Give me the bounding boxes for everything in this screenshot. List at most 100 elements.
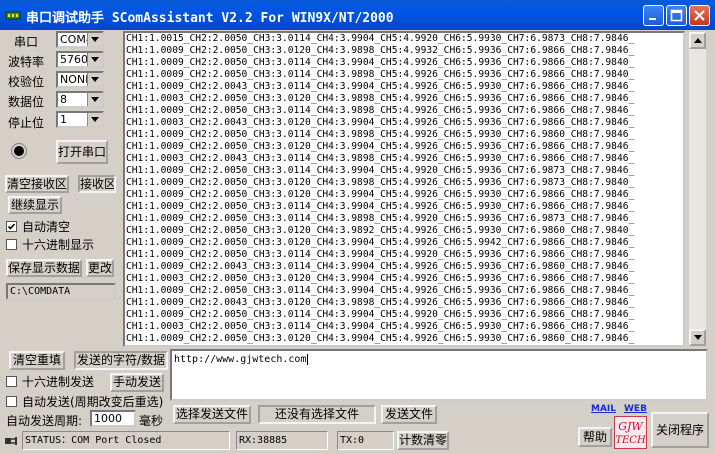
port-status-led-icon <box>11 143 27 159</box>
arrow-down-icon <box>694 335 702 340</box>
receive-line: CH1:1.0009_CH2:2.0050_CH3:3.0114_CH4:3.9… <box>126 285 635 296</box>
chevron-down-icon[interactable] <box>87 93 102 106</box>
receive-line: CH1:1.0009_CH2:2.0043_CH3:3.0120_CH4:3.9… <box>126 297 635 308</box>
auto-clear-label: 自动清空 <box>22 220 71 234</box>
parity-select[interactable]: NONE <box>56 71 104 88</box>
baud-select[interactable]: 57600 <box>56 51 104 68</box>
choose-file-button[interactable]: 选择发送文件 <box>173 405 251 424</box>
save-data-button[interactable]: 保存显示数据 <box>6 259 82 277</box>
receive-line: CH1:1.0003_CH2:2.0050_CH3:3.0114_CH4:3.9… <box>126 321 635 332</box>
chevron-down-icon[interactable] <box>87 73 102 86</box>
plug-icon <box>5 437 17 445</box>
hex-display-label: 十六进制显示 <box>22 238 95 252</box>
send-text: http://www.gjwtech.com <box>174 354 307 365</box>
arrow-up-icon <box>694 38 702 43</box>
receive-line: CH1:1.0009_CH2:2.0043_CH3:3.0114_CH4:3.9… <box>126 261 635 272</box>
gjw-tech-logo[interactable]: GJW TECH <box>614 416 647 449</box>
help-button[interactable]: 帮助 <box>578 427 612 447</box>
app-window: 串口调试助手 SComAssistant V2.2 For WIN9X/NT/2… <box>0 0 715 454</box>
receive-line: CH1:1.0003_CH2:2.0050_CH3:3.0120_CH4:3.9… <box>126 93 635 104</box>
receive-line: CH1:1.0009_CH2:2.0050_CH3:3.0114_CH4:3.9… <box>126 105 635 116</box>
serial-port-app-icon <box>5 11 21 20</box>
send-file-button[interactable]: 发送文件 <box>381 405 437 424</box>
receive-line: CH1:1.0003_CH2:2.0043_CH3:3.0120_CH4:3.9… <box>126 117 635 128</box>
hex-send-label: 十六进制发送 <box>22 375 95 389</box>
auto-send-label: 自动发送(周期改变后重选) <box>22 395 164 409</box>
status-text: STATUS：COM Port Closed <box>22 431 230 450</box>
rx-count: RX:38885 <box>236 431 328 450</box>
minimize-icon <box>649 18 656 20</box>
tx-count: TX:0 <box>337 431 394 450</box>
receive-line: CH1:1.0009_CH2:2.0050_CH3:3.0114_CH4:3.9… <box>126 249 635 260</box>
chevron-down-icon[interactable] <box>87 33 102 46</box>
close-window-button[interactable] <box>689 5 710 26</box>
scroll-up-button[interactable] <box>689 32 706 49</box>
period-unit-label: 毫秒 <box>139 414 164 428</box>
check-icon <box>7 223 16 230</box>
gjw-tech-logo-icon: GJW TECH <box>615 420 646 446</box>
receive-line: CH1:1.0009_CH2:2.0050_CH3:3.0120_CH4:3.9… <box>126 189 635 200</box>
receive-line: CH1:1.0003_CH2:2.0043_CH3:3.0114_CH4:3.9… <box>126 153 635 164</box>
databits-value: 8 <box>60 93 67 106</box>
receive-line: CH1:1.0009_CH2:2.0050_CH3:3.0114_CH4:3.9… <box>126 165 635 176</box>
receive-scrollbar[interactable] <box>689 32 706 346</box>
mail-link[interactable]: MAIL <box>591 404 616 414</box>
receive-line: CH1:1.0009_CH2:2.0050_CH3:3.0120_CH4:3.9… <box>126 237 635 248</box>
maximize-button[interactable] <box>666 5 687 26</box>
hex-display-checkbox[interactable] <box>6 239 17 250</box>
receive-line: CH1:1.0009_CH2:2.0050_CH3:3.0114_CH4:3.9… <box>126 309 635 320</box>
port-select[interactable]: COM4 <box>56 31 104 48</box>
receive-line: CH1:1.0009_CH2:2.0050_CH3:3.0120_CH4:3.9… <box>126 45 635 56</box>
period-input[interactable]: 1000 <box>90 410 136 427</box>
window-title: 串口调试助手 SComAssistant V2.2 For WIN9X/NT/2… <box>26 11 394 26</box>
save-path-field: C:\COMDATA <box>6 283 116 300</box>
period-label: 自动发送周期: <box>6 414 83 428</box>
minimize-button[interactable] <box>643 5 664 26</box>
receive-line: CH1:1.0015_CH2:2.0050_CH3:3.0114_CH4:3.9… <box>126 33 635 44</box>
stopbits-value: 1 <box>60 113 67 126</box>
change-path-button[interactable]: 更改 <box>86 259 114 277</box>
send-textarea[interactable]: http://www.gjwtech.com <box>170 349 708 401</box>
stopbits-label: 停止位 <box>8 116 45 130</box>
send-area-label: 发送的字符/数据 <box>74 351 168 370</box>
receive-line: CH1:1.0003_CH2:2.0050_CH3:3.0120_CH4:3.9… <box>126 273 635 284</box>
receive-line: CH1:1.0009_CH2:2.0050_CH3:3.0114_CH4:3.9… <box>126 129 635 140</box>
receive-line: CH1:1.0009_CH2:2.0050_CH3:3.0114_CH4:3.9… <box>126 201 635 212</box>
receive-line: CH1:1.0009_CH2:2.0050_CH3:3.0120_CH4:3.9… <box>126 225 635 236</box>
receive-line: CH1:1.0009_CH2:2.0050_CH3:3.0120_CH4:3.9… <box>126 177 635 188</box>
databits-select[interactable]: 8 <box>56 91 104 108</box>
parity-label: 校验位 <box>8 75 45 89</box>
baud-label: 波特率 <box>8 55 45 69</box>
receive-text: CH1:1.0015_CH2:2.0050_CH3:3.0114_CH4:3.9… <box>126 33 634 345</box>
manual-send-button[interactable]: 手动发送 <box>110 373 164 392</box>
databits-label: 数据位 <box>8 95 45 109</box>
stopbits-select[interactable]: 1 <box>56 111 104 128</box>
selected-file-label: 还没有选择文件 <box>258 405 376 424</box>
receive-line: CH1:1.0009_CH2:2.0050_CH3:3.0114_CH4:3.9… <box>126 57 635 68</box>
receive-textarea[interactable]: CH1:1.0015_CH2:2.0050_CH3:3.0114_CH4:3.9… <box>123 31 685 347</box>
svg-text:TECH: TECH <box>615 435 646 446</box>
continue-display-button[interactable]: 继续显示 <box>8 196 62 214</box>
receive-line: CH1:1.0009_CH2:2.0043_CH3:3.0114_CH4:3.9… <box>126 81 635 92</box>
maximize-icon <box>670 9 683 22</box>
receive-line: CH1:1.0009_CH2:2.0050_CH3:3.0120_CH4:3.9… <box>126 333 635 344</box>
receive-line: CH1:1.0009_CH2:2.0050_CH3:3.0114_CH4:3.9… <box>126 213 635 224</box>
text-cursor <box>307 354 315 365</box>
hex-send-checkbox[interactable] <box>6 376 17 387</box>
chevron-down-icon[interactable] <box>87 53 102 66</box>
reset-count-button[interactable]: 计数清零 <box>397 431 449 450</box>
svg-text:GJW: GJW <box>618 420 644 433</box>
scroll-down-button[interactable] <box>689 329 706 346</box>
auto-send-checkbox[interactable] <box>6 396 17 407</box>
receive-line: CH1:1.0009_CH2:2.0050_CH3:3.0120_CH4:3.9… <box>126 141 635 152</box>
clear-send-button[interactable]: 清空重填 <box>9 351 65 370</box>
receive-area-label: 接收区 <box>78 175 116 193</box>
close-icon <box>694 10 705 21</box>
close-program-button[interactable]: 关闭程序 <box>651 412 709 448</box>
web-link[interactable]: WEB <box>624 404 647 414</box>
clear-receive-button[interactable]: 清空接收区 <box>5 175 69 193</box>
title-bar: 串口调试助手 SComAssistant V2.2 For WIN9X/NT/2… <box>0 0 715 30</box>
open-port-button[interactable]: 打开串口 <box>56 140 108 164</box>
auto-clear-checkbox[interactable] <box>6 221 17 232</box>
chevron-down-icon[interactable] <box>87 113 102 126</box>
